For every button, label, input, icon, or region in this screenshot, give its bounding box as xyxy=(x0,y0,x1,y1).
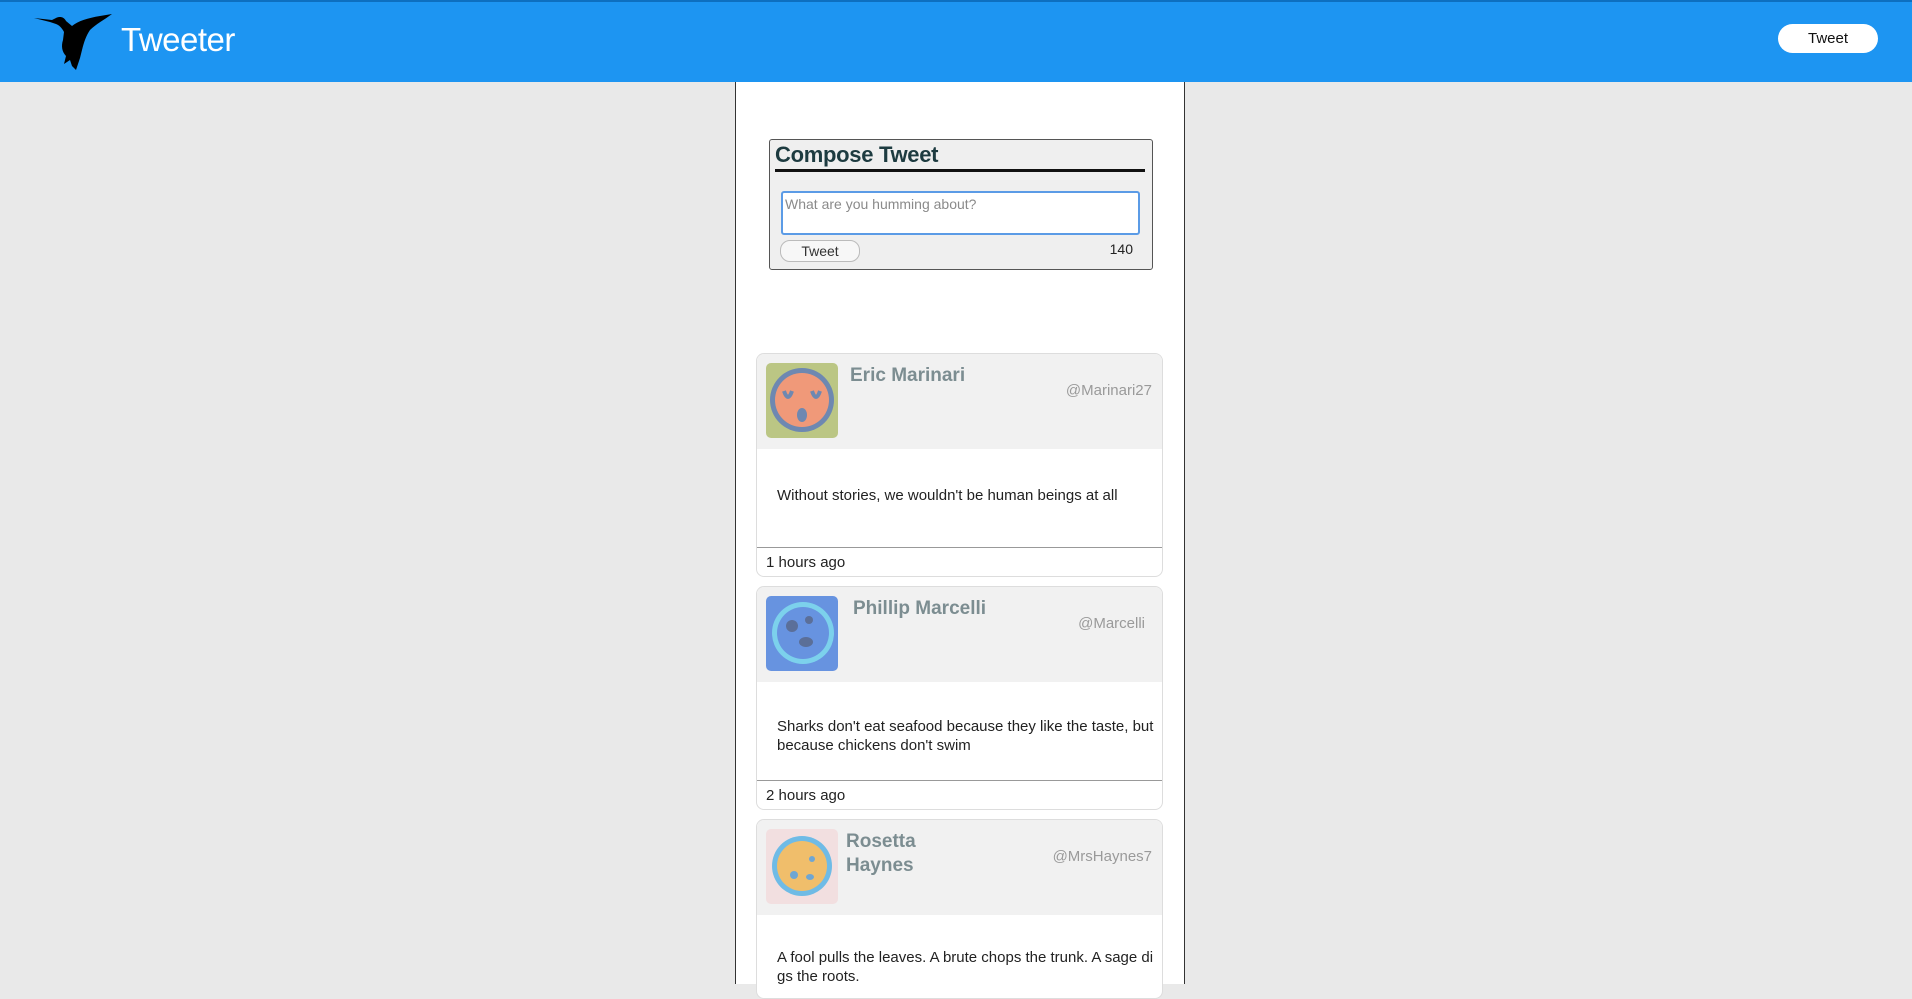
tweet-author-handle[interactable]: @Marcelli xyxy=(1078,615,1145,632)
tweet-footer: 1 hours ago xyxy=(757,547,1162,576)
tweet-author-name[interactable]: Eric Marinari xyxy=(850,364,965,388)
tweet-footer: 2 hours ago xyxy=(757,780,1162,809)
tweet-timestamp: 1 hours ago xyxy=(766,554,846,571)
compose-tweet-button[interactable]: Tweet xyxy=(780,240,860,262)
tweet-text: A fool pulls the leaves. A brute chops t… xyxy=(777,949,1154,985)
tweet-author-name[interactable]: Phillip Marcelli xyxy=(853,597,986,621)
tweet-author-name[interactable]: Rosetta Haynes xyxy=(846,830,926,878)
tweet-card: Phillip Marcelli @Marcelli Sharks don't … xyxy=(756,586,1163,810)
tweet-card: Rosetta Haynes @MrsHaynes7 A fool pulls … xyxy=(756,819,1163,999)
brand-title[interactable]: Tweeter xyxy=(121,21,235,59)
orange-face-avatar-icon xyxy=(766,363,838,438)
tweet-text-input[interactable] xyxy=(781,191,1140,235)
tweet-author-handle[interactable]: @MrsHaynes7 xyxy=(1053,848,1152,865)
blue-planet-avatar-icon xyxy=(766,596,838,671)
hummingbird-logo-icon[interactable] xyxy=(34,12,112,70)
character-counter: 140 xyxy=(1109,241,1133,257)
tweet-text: Without stories, we wouldn't be human be… xyxy=(777,487,1118,504)
top-navigation-bar: Tweeter Tweet xyxy=(0,0,1912,82)
tweet-text: Sharks don't eat seafood because they li… xyxy=(777,718,1154,754)
header-tweet-button[interactable]: Tweet xyxy=(1778,24,1878,53)
tweet-author-handle[interactable]: @Marinari27 xyxy=(1066,382,1152,399)
orange-planet-avatar-icon xyxy=(766,829,838,904)
compose-title: Compose Tweet xyxy=(775,142,1145,172)
main-column: Compose Tweet Tweet 140 Eric Marinari @M… xyxy=(735,82,1185,999)
tweet-timestamp: 2 hours ago xyxy=(766,787,846,804)
compose-tweet-box: Compose Tweet Tweet 140 xyxy=(769,139,1153,270)
tweet-card: Eric Marinari @Marinari27 Without storie… xyxy=(756,353,1163,577)
